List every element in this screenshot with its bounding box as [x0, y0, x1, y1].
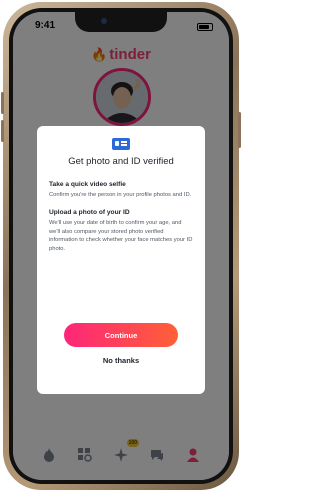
- phone-frame: 9:41 🔥tinder: [1, 2, 241, 490]
- selfie-description: Confirm you're the person in your profil…: [49, 192, 192, 198]
- id-card-icon: [112, 138, 130, 150]
- no-thanks-button[interactable]: No thanks: [37, 356, 205, 365]
- notch: [75, 12, 167, 32]
- volume-down-button: [1, 120, 4, 142]
- continue-button[interactable]: Continue: [64, 323, 178, 347]
- power-button: [238, 112, 241, 148]
- dialog-title: Get photo and ID verified: [68, 156, 174, 167]
- id-upload-heading: Upload a photo of your ID: [49, 209, 130, 217]
- volume-up-button: [1, 92, 4, 114]
- front-camera: [101, 18, 107, 24]
- selfie-heading: Take a quick video selfie: [49, 181, 126, 188]
- verification-dialog: Get photo and ID verified Take a quick v…: [37, 126, 205, 394]
- id-upload-description: We'll use your date of birth to confirm …: [49, 220, 193, 252]
- phone-screen: 9:41 🔥tinder: [13, 12, 229, 480]
- battery-icon: [197, 23, 213, 31]
- status-time: 9:41: [35, 20, 56, 31]
